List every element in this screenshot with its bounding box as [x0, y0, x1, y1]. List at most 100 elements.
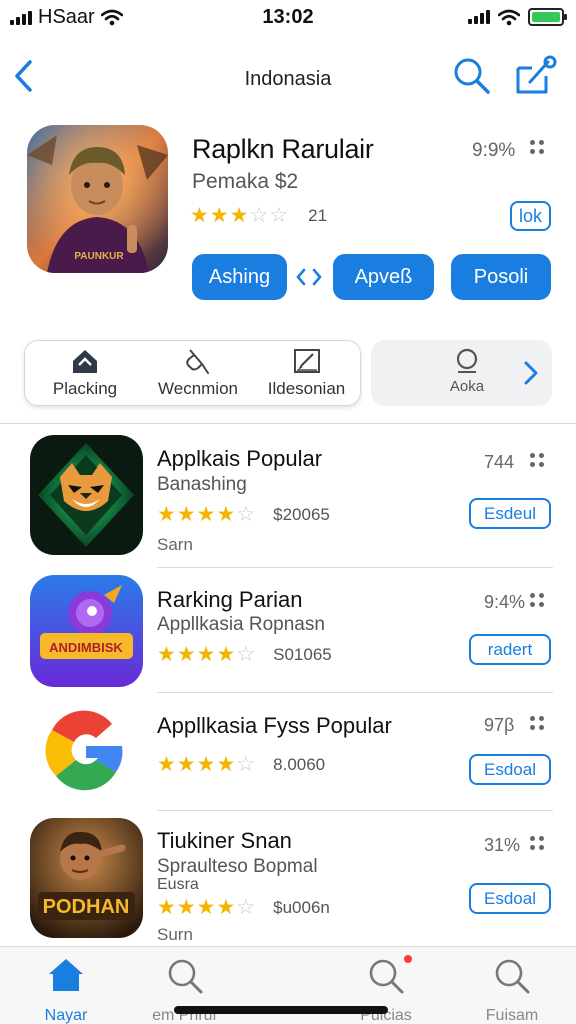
star-icon: ☆: [236, 753, 256, 776]
more-dots-icon[interactable]: [530, 140, 544, 154]
app-icon: [30, 435, 143, 555]
star-icon: ★: [196, 503, 216, 526]
segment-label: Wecnmion: [158, 379, 238, 398]
rating-count: 21: [308, 205, 328, 225]
rating: ★ ★ ★ ★ ☆ 8.0060: [157, 754, 325, 775]
nav-bar: Indonasia: [0, 52, 576, 102]
hero-app-subtitle: Pemaka $2: [192, 170, 299, 193]
app-subtitle: Spraulteso Bopmal: [157, 856, 318, 877]
search-icon: [456, 348, 478, 373]
app-percent: 31%: [484, 835, 521, 855]
signal-icon: [468, 10, 490, 24]
wifi-icon: [498, 9, 520, 25]
battery-icon: [528, 8, 567, 26]
segment-item-wecnmion[interactable]: Wecnmion: [143, 341, 253, 407]
search-icon: [168, 959, 203, 994]
row-divider: [157, 810, 553, 811]
star-icon: ★: [176, 503, 196, 526]
star-icon: ★: [176, 643, 196, 666]
star-icon: ★: [157, 643, 176, 666]
home-indicator: [174, 1006, 388, 1014]
rating-stars: ★ ★ ★ ☆ ☆: [190, 205, 288, 226]
app-name: Tiukiner Snan: [157, 828, 292, 853]
app-subtitle: Banashing: [157, 474, 247, 495]
more-label: Aoka: [449, 378, 485, 395]
star-icon: ☆: [269, 204, 289, 227]
segment-item-placking[interactable]: Placking: [25, 341, 145, 407]
more-dots-icon[interactable]: [530, 453, 544, 467]
app-icon: ANDIMBISK: [30, 575, 143, 687]
star-icon: ★: [196, 643, 216, 666]
more-dots-icon[interactable]: [530, 716, 544, 730]
open-button[interactable]: lok: [510, 201, 551, 231]
star-icon: ☆: [249, 204, 269, 227]
share-icon[interactable]: [514, 54, 558, 96]
chevron-right-icon[interactable]: [523, 360, 539, 386]
notification-badge: [404, 955, 412, 963]
more-segment[interactable]: Aoka: [371, 340, 552, 406]
star-icon: ★: [190, 204, 209, 227]
category-segment: Placking Wecnmion Ildesonian: [24, 340, 361, 406]
row-divider: [157, 567, 553, 568]
app-price: 8.0060: [273, 754, 326, 774]
star-icon: ★: [176, 753, 196, 776]
get-button[interactable]: Esdeul: [469, 498, 551, 529]
hero-rating: ★ ★ ★ ☆ ☆ 21: [190, 205, 327, 226]
star-icon: ★: [209, 204, 229, 227]
star-icon: ★: [229, 204, 249, 227]
star-icon: ★: [196, 753, 216, 776]
game2-icon-text: ANDIMBISK: [49, 640, 123, 655]
rating-stars: ★ ★ ★ ★ ☆: [157, 504, 255, 525]
search-icon: [369, 959, 404, 994]
app-percent: 97β: [484, 715, 515, 735]
star-icon: ★: [157, 503, 176, 526]
star-icon: ★: [176, 896, 196, 919]
segment-item-ildesonian[interactable]: Ildesonian: [251, 341, 362, 407]
game4-icon-text: PODHAN: [43, 896, 130, 918]
app-name: Appllkasia Fyss Popular: [157, 713, 392, 738]
app-name: Rarking Parian: [157, 587, 303, 612]
app-subtitle: Appllkasia Ropnasn: [157, 614, 325, 635]
app-subtitle-2: Eusra: [157, 876, 199, 893]
edit-icon: [293, 349, 320, 373]
tab-label: Nayar: [44, 1007, 88, 1024]
tab-label: Fuisam: [485, 1007, 539, 1024]
segment-label: Ildesonian: [267, 379, 346, 398]
ashing-button[interactable]: Ashing: [192, 254, 287, 300]
rating: ★ ★ ★ ★ ☆ S01065: [157, 644, 332, 665]
apves-button[interactable]: Apveß: [333, 254, 434, 300]
app-icon: [34, 700, 134, 800]
star-icon: ★: [216, 643, 236, 666]
star-icon: ★: [196, 896, 216, 919]
more-dots-icon[interactable]: [530, 593, 544, 607]
star-icon: ★: [216, 896, 236, 919]
star-icon: ★: [216, 503, 236, 526]
posoli-button[interactable]: Posoli: [451, 254, 551, 300]
hero-app-icon[interactable]: PAUNKUR: [27, 125, 168, 273]
swap-arrows-icon[interactable]: [296, 266, 322, 288]
hero-app-name: Raplkn Rarulair: [192, 134, 374, 164]
rating-stars: ★ ★ ★ ★ ☆: [157, 897, 255, 918]
app-extra: Surn: [157, 925, 193, 944]
more-dots-icon[interactable]: [530, 836, 544, 850]
tag-icon: [186, 349, 209, 374]
get-button[interactable]: Esdoal: [469, 754, 551, 785]
hero-percent: 9:9%: [472, 140, 516, 161]
star-icon: ☆: [236, 896, 256, 919]
section-divider: [0, 423, 576, 424]
status-bar: HSaar 13:02: [0, 0, 576, 36]
app-price: $20065: [273, 504, 330, 524]
star-icon: ☆: [236, 503, 256, 526]
app-price: S01065: [273, 644, 332, 664]
star-icon: ★: [157, 896, 176, 919]
app-price: $u006n: [273, 897, 330, 917]
status-right: [468, 8, 567, 26]
search-icon[interactable]: [452, 56, 492, 96]
home-icon: [49, 959, 83, 991]
rating-stars: ★ ★ ★ ★ ☆: [157, 644, 255, 665]
get-button[interactable]: radert: [469, 634, 551, 665]
star-icon: ★: [157, 753, 176, 776]
get-button[interactable]: Esdoal: [469, 883, 551, 914]
segment-label: Placking: [52, 379, 118, 398]
search-icon: [495, 959, 530, 994]
